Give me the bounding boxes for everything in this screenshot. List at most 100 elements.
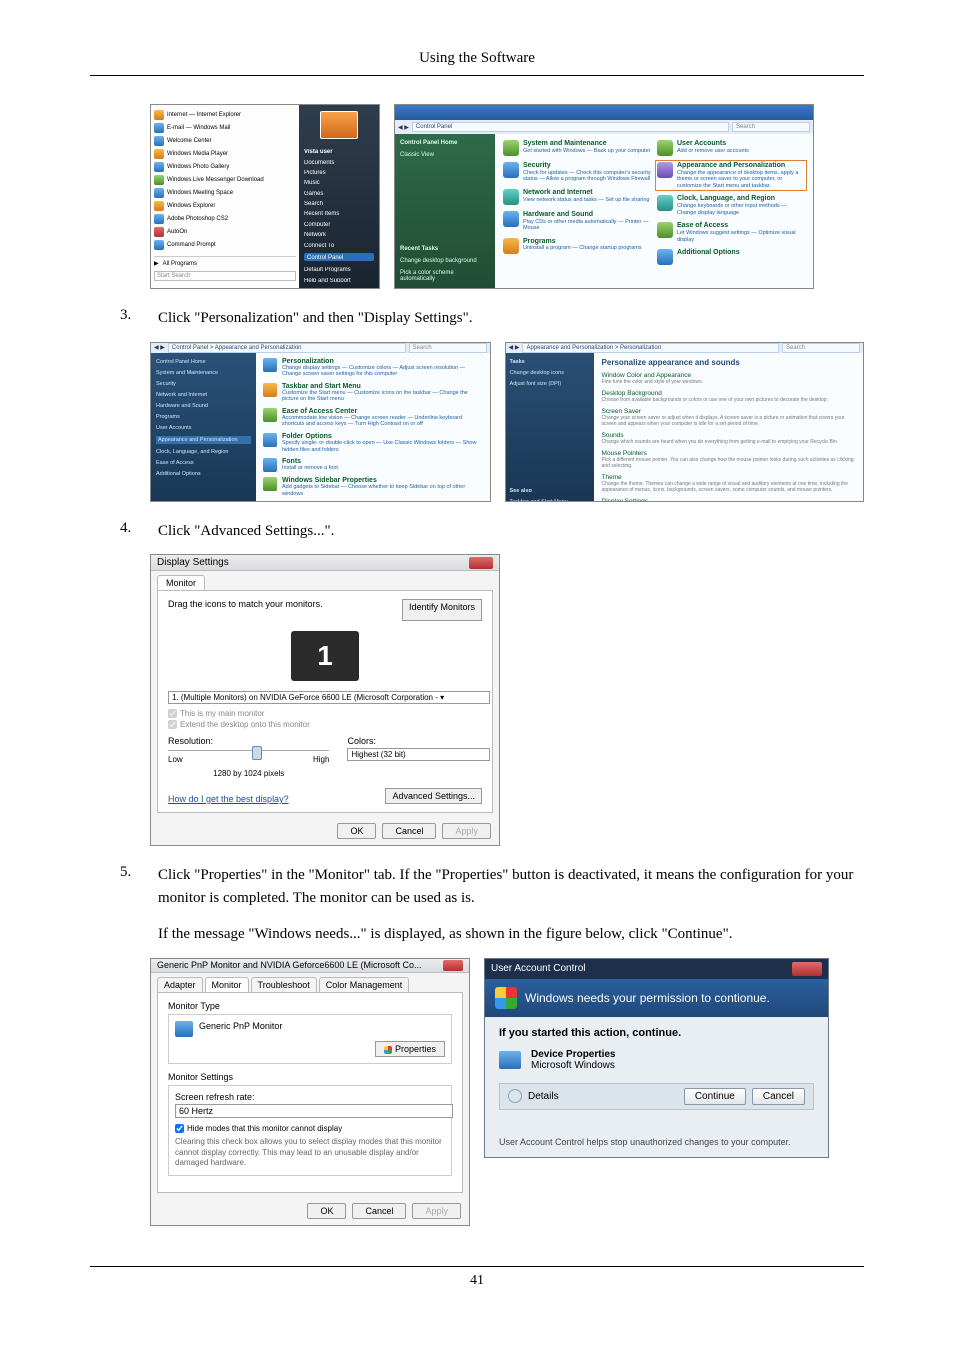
advanced-settings-button[interactable]: Advanced Settings... — [385, 788, 482, 804]
sm-r[interactable]: Games — [304, 191, 374, 195]
resolution-slider[interactable]: Low High — [168, 750, 329, 765]
sm-item[interactable]: Internet — Internet Explorer — [167, 112, 241, 118]
ap-item[interactable]: Windows Sidebar Properties — [282, 477, 483, 484]
side[interactable]: Clock, Language, and Region — [156, 449, 251, 455]
continue-button[interactable]: Continue — [684, 1088, 746, 1105]
ok-button[interactable]: OK — [337, 823, 376, 839]
breadcrumb[interactable]: Appearance and Personalization > Persona… — [522, 343, 779, 353]
best-display-link[interactable]: How do I get the best display? — [168, 794, 289, 804]
cancel-button[interactable]: Cancel — [352, 1203, 406, 1219]
ap-item[interactable]: Fonts — [282, 458, 338, 465]
sm-item[interactable]: Windows Media Player — [167, 151, 228, 157]
sm-item[interactable]: E-mail — Windows Mail — [167, 125, 230, 131]
pers-item[interactable]: Sounds — [602, 432, 855, 439]
cancel-button[interactable]: Cancel — [752, 1088, 805, 1105]
sm-item[interactable]: Windows Explorer — [167, 203, 215, 209]
cp-cat-appearance[interactable]: Appearance and Personalization — [677, 162, 805, 170]
sm-r[interactable]: Connect To — [304, 243, 374, 247]
refresh-rate-select[interactable]: 60 Hertz — [175, 1104, 453, 1118]
side[interactable]: Ease of Access — [156, 460, 251, 466]
sm-item[interactable]: AutoOn — [167, 229, 187, 235]
apply-button[interactable]: Apply — [442, 823, 491, 839]
recent-task[interactable]: Change desktop background — [400, 258, 490, 264]
colors-select[interactable]: Highest (32 bit) — [347, 748, 490, 761]
sm-r[interactable]: Search — [304, 201, 374, 205]
pers-item[interactable]: Desktop Background — [602, 390, 855, 397]
cp-cat[interactable]: Network and Internet — [523, 189, 649, 197]
breadcrumb[interactable]: Control Panel > Appearance and Personali… — [168, 343, 406, 353]
sm-r[interactable]: Music — [304, 180, 374, 184]
side[interactable]: Hardware and Sound — [156, 403, 251, 409]
sm-item[interactable]: Command Prompt — [167, 242, 216, 248]
cp-cat[interactable]: Clock, Language, and Region — [677, 195, 805, 203]
sm-r[interactable]: Pictures — [304, 170, 374, 174]
side[interactable]: User Accounts — [156, 425, 251, 431]
side[interactable]: Network and Internet — [156, 392, 251, 398]
pers-item[interactable]: Theme — [602, 474, 855, 481]
sm-r-control-panel[interactable]: Control Panel — [304, 253, 374, 261]
identify-monitors-button[interactable]: Identify Monitors — [402, 599, 482, 621]
search-input[interactable]: Search — [782, 343, 860, 353]
search-input[interactable]: Search — [732, 122, 810, 132]
see-also-item[interactable]: Taskbar and Start Menu — [510, 499, 590, 502]
recent-task[interactable]: Pick a color scheme automatically — [400, 270, 490, 282]
tab-monitor[interactable]: Monitor — [205, 977, 249, 992]
cp-cat[interactable]: User Accounts — [677, 140, 749, 148]
ap-item[interactable]: Folder Options — [282, 433, 483, 440]
cp-cat[interactable]: Programs — [523, 238, 642, 246]
side[interactable]: Control Panel Home — [156, 359, 251, 365]
pers-item[interactable]: Screen Saver — [602, 408, 855, 415]
ap-item[interactable]: Ease of Access Center — [282, 408, 483, 415]
cp-cat[interactable]: Additional Options — [677, 249, 740, 257]
pers-item-display-settings[interactable]: Display Settings — [602, 498, 855, 502]
close-icon[interactable] — [443, 960, 463, 971]
sm-r[interactable]: Network — [304, 232, 374, 236]
tab-monitor[interactable]: Monitor — [157, 575, 205, 590]
monitor-select[interactable]: 1. (Multiple Monitors) on NVIDIA GeForce… — [168, 691, 490, 704]
side[interactable]: Programs — [156, 414, 251, 420]
side[interactable]: System and Maintenance — [156, 370, 251, 376]
cp-home[interactable]: Control Panel Home — [400, 140, 490, 146]
task[interactable]: Adjust font size (DPI) — [510, 381, 590, 387]
ap-item[interactable]: Taskbar and Start Menu — [282, 383, 483, 390]
chevron-down-icon[interactable] — [508, 1089, 522, 1103]
sm-item[interactable]: Windows Photo Gallery — [167, 164, 229, 170]
search-input[interactable]: Search — [409, 343, 487, 353]
breadcrumb[interactable]: Control Panel — [412, 122, 729, 132]
cp-cat[interactable]: Ease of Access — [677, 222, 805, 230]
sm-r[interactable]: Documents — [304, 160, 374, 164]
classic-view[interactable]: Classic View — [400, 152, 490, 158]
apply-button[interactable]: Apply — [412, 1203, 461, 1219]
all-programs[interactable]: All Programs — [163, 261, 197, 267]
side[interactable]: Additional Options — [156, 471, 251, 477]
sm-item[interactable]: Welcome Center — [167, 138, 212, 144]
start-search[interactable]: Start Search — [154, 271, 296, 281]
cancel-button[interactable]: Cancel — [382, 823, 436, 839]
sm-r[interactable]: Default Programs — [304, 267, 374, 271]
sm-item[interactable]: Windows Meeting Space — [167, 190, 233, 196]
cp-cat[interactable]: Hardware and Sound — [523, 211, 651, 219]
task[interactable]: Change desktop icons — [510, 370, 590, 376]
pers-item[interactable]: Window Color and Appearance — [602, 372, 855, 379]
ap-item[interactable]: Personalization — [282, 358, 483, 365]
cp-cat[interactable]: Security — [523, 162, 651, 170]
close-icon[interactable] — [792, 962, 822, 976]
side-active[interactable]: Appearance and Personalization — [156, 436, 251, 444]
details-toggle[interactable]: Details — [528, 1091, 559, 1102]
ok-button[interactable]: OK — [307, 1203, 346, 1219]
sm-r[interactable]: Recent Items — [304, 211, 374, 215]
monitor-preview[interactable]: 1 — [291, 631, 359, 681]
sm-r[interactable]: Help and Support — [304, 278, 374, 282]
tab-color-mgmt[interactable]: Color Management — [319, 977, 410, 992]
hide-modes-checkbox[interactable]: Hide modes that this monitor cannot disp… — [175, 1124, 445, 1133]
tab-troubleshoot[interactable]: Troubleshoot — [251, 977, 317, 992]
pers-item[interactable]: Mouse Pointers — [602, 450, 855, 457]
sm-item[interactable]: Adobe Photoshop CS2 — [167, 216, 228, 222]
side[interactable]: Security — [156, 381, 251, 387]
tab-adapter[interactable]: Adapter — [157, 977, 203, 992]
sm-item[interactable]: Windows Live Messenger Download — [167, 177, 264, 183]
sm-r[interactable]: Computer — [304, 222, 374, 226]
properties-button[interactable]: Properties — [375, 1041, 445, 1057]
close-icon[interactable] — [469, 557, 493, 569]
cp-cat[interactable]: System and Maintenance — [523, 140, 650, 148]
